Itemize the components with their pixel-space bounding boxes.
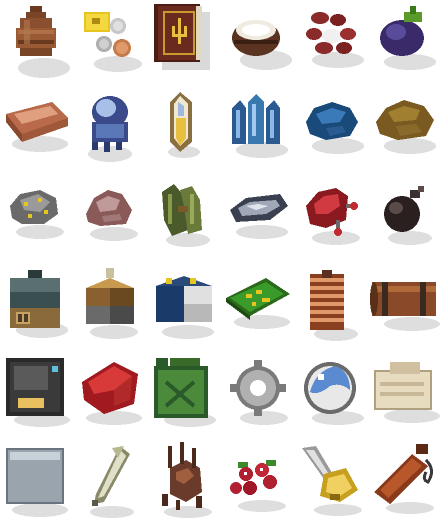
gear-icon[interactable] bbox=[222, 352, 296, 438]
red-beans-icon[interactable] bbox=[296, 0, 370, 86]
lantern-device-icon[interactable] bbox=[74, 264, 148, 350]
brown-pouch-icon[interactable] bbox=[370, 440, 444, 526]
blue-ore-chunk-icon[interactable] bbox=[296, 88, 370, 174]
blue-crystals-icon[interactable] bbox=[222, 88, 296, 174]
circuit-board-icon[interactable] bbox=[222, 264, 296, 350]
green-fibers-icon[interactable] bbox=[148, 176, 222, 262]
gnarled-root-icon[interactable] bbox=[148, 440, 222, 526]
red-berries-icon[interactable] bbox=[222, 440, 296, 526]
wooden-barrel-icon[interactable] bbox=[370, 264, 444, 350]
black-bomb-icon[interactable] bbox=[370, 176, 444, 262]
gold-drill-icon[interactable] bbox=[296, 440, 370, 526]
ghost-spirit-icon[interactable] bbox=[74, 88, 148, 174]
copper-ingot-icon[interactable] bbox=[0, 88, 74, 174]
crystal-shard-icon[interactable] bbox=[148, 88, 222, 174]
pink-rock-icon[interactable] bbox=[74, 176, 148, 262]
brown-ore-chunk-icon[interactable] bbox=[370, 88, 444, 174]
steel-plate-icon[interactable] bbox=[0, 440, 74, 526]
copper-coil-icon[interactable] bbox=[296, 264, 370, 350]
iron-scrap-icon[interactable] bbox=[222, 176, 296, 262]
red-machine-part-icon[interactable] bbox=[296, 176, 370, 262]
leather-book-icon[interactable] bbox=[148, 0, 222, 86]
clay-pot-icon[interactable] bbox=[0, 0, 74, 86]
red-cloth-icon[interactable] bbox=[74, 352, 148, 438]
gold-speck-rock-icon[interactable] bbox=[0, 176, 74, 262]
eggplant-icon[interactable] bbox=[370, 0, 444, 86]
jerry-can-icon[interactable] bbox=[148, 352, 222, 438]
coins-and-gold-note-icon[interactable] bbox=[74, 0, 148, 86]
paper-scroll-icon[interactable] bbox=[370, 352, 444, 438]
barrel-sack-icon[interactable] bbox=[0, 264, 74, 350]
car-battery-icon[interactable] bbox=[148, 264, 222, 350]
item-icon-sheet bbox=[0, 0, 448, 528]
feather-quill-icon[interactable] bbox=[74, 440, 148, 526]
metal-box-icon[interactable] bbox=[0, 352, 74, 438]
glass-orb-icon[interactable] bbox=[296, 352, 370, 438]
coconut-icon[interactable] bbox=[222, 0, 296, 86]
